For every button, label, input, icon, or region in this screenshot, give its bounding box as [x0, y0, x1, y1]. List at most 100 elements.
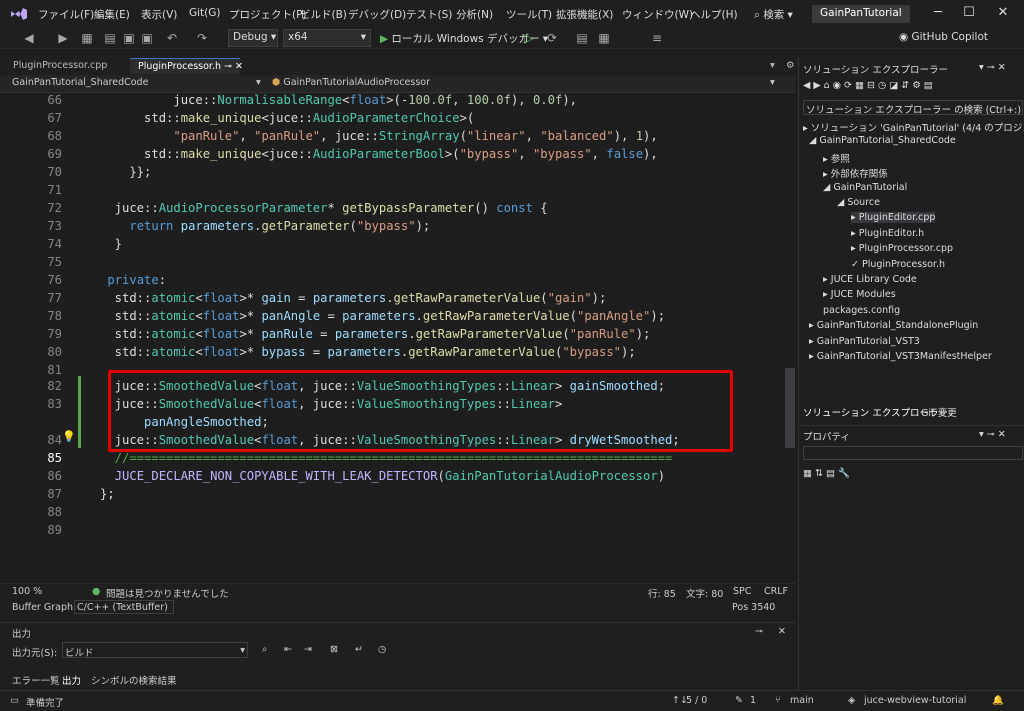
output-source-select[interactable]: ビルド ▾ [62, 642, 248, 659]
config-select[interactable]: Debug ▾ [228, 29, 278, 47]
run-without-debug-icon[interactable]: ▷ [522, 31, 536, 45]
forward-icon[interactable]: ▶ [56, 31, 70, 45]
menu-item[interactable]: プロジェクト(P) [229, 7, 307, 22]
tree-item[interactable]: ▸ PluginEditor.cpp [851, 212, 936, 224]
tree-item[interactable]: packages.config [823, 305, 900, 316]
expander-icon[interactable]: ▸ [851, 228, 859, 239]
close-icon[interactable]: ✕ [990, 3, 1016, 23]
expander-icon[interactable]: ▸ [809, 320, 817, 331]
clock-icon[interactable]: ◷ [378, 644, 386, 655]
tab-plugin-processor-h[interactable]: PluginProcessor.h ⊸ ✕ [130, 58, 243, 74]
expander-icon[interactable]: ▸ [823, 289, 831, 300]
tree-item[interactable]: ▸ 参照 [823, 151, 850, 165]
menu-item[interactable]: デバッグ(D) [348, 7, 406, 22]
menu-item[interactable]: 分析(N) [456, 7, 493, 22]
edits-count[interactable]: 1 [750, 695, 756, 706]
expander-icon[interactable]: ▸ [809, 351, 817, 362]
expander-icon[interactable]: ▸ [803, 123, 811, 134]
pin-icon[interactable]: ▾ ⊸ ✕ [979, 62, 1006, 73]
open-file-icon[interactable]: ▤ [103, 31, 117, 45]
new-item-icon[interactable]: ▦ [80, 31, 94, 45]
tree-item[interactable]: ▸ ソリューション 'GainPanTutorial' (4/4 のプロジェクト [803, 120, 1024, 134]
expander-icon[interactable]: ✓ [851, 259, 862, 270]
solution-toolbar-icons[interactable]: ◀ ▶ ⌂ ◉ ⟳ ▦ ⊟ ◷ ◪ ⇵ ⚙ ▤ [803, 80, 933, 91]
word-wrap-icon[interactable]: ↵ [355, 644, 363, 655]
tree-item[interactable]: ✓ PluginProcessor.h [851, 259, 945, 270]
branch-name[interactable]: main [790, 695, 814, 706]
pin-icon[interactable]: ⊸ [755, 626, 763, 637]
tree-item[interactable]: ◢ GainPanTutorial_SharedCode [809, 135, 956, 146]
find-icon[interactable]: ⌕ [262, 644, 267, 655]
expander-icon[interactable]: ▸ [823, 154, 831, 165]
tree-item[interactable]: ▸ PluginProcessor.cpp [851, 243, 953, 254]
tab-error-list[interactable]: エラー一覧 [12, 673, 60, 687]
tree-item[interactable]: ▸ GainPanTutorial_VST3ManifestHelper [809, 351, 992, 362]
tree-item[interactable]: ▸ JUCE Modules [823, 289, 896, 300]
buffer-graph-select[interactable]: C/C++ (TextBuffer) [74, 600, 174, 614]
github-copilot-button[interactable]: ◉ GitHub Copilot [899, 31, 988, 43]
menu-item[interactable]: ツール(T) [506, 7, 552, 22]
solution-search-input[interactable]: ソリューション エクスプローラー の検索 (Ctrl+:) [803, 100, 1023, 116]
save-all-icon[interactable]: ▣ [140, 31, 154, 45]
close-tab-icon[interactable]: ✕ [235, 61, 243, 72]
expander-icon[interactable]: ◢ [823, 182, 833, 193]
expander-icon[interactable]: ▸ [851, 212, 859, 223]
lightbulb-icon[interactable]: 💡 [62, 430, 76, 443]
tab-output[interactable]: 出力 [62, 673, 81, 687]
notifications-icon[interactable]: 🔔 [992, 695, 1004, 706]
code-editor[interactable]: 66 67 68 69 70 71 72 73 74 75 76 77 78 79 80 81 82 83 84 85… [0, 93, 795, 583]
minimize-icon[interactable]: ─ [925, 3, 951, 23]
hot-reload-icon[interactable]: ⟳ [545, 31, 559, 45]
back-icon[interactable]: ◀ [22, 31, 36, 45]
tab-plugin-processor-cpp[interactable]: PluginProcessor.cpp [5, 58, 115, 74]
repo-name[interactable]: juce-webview-tutorial [864, 695, 966, 706]
comment-icon[interactable]: ≡ [650, 31, 664, 45]
next-message-icon[interactable]: ⇥ [304, 644, 312, 655]
tree-item[interactable]: ◢ Source [837, 197, 880, 208]
line-ending-indicator[interactable]: CRLF [764, 586, 788, 597]
clear-all-icon[interactable]: ⊠ [330, 644, 338, 655]
format-icon[interactable]: ▤ [575, 31, 589, 45]
expander-icon[interactable]: ◢ [837, 197, 847, 208]
menu-item[interactable]: Git(G) [189, 7, 221, 19]
menu-item[interactable]: ビルド(B) [300, 7, 347, 22]
save-icon[interactable]: ▣ [122, 31, 136, 45]
bookmark-icon[interactable]: ▦ [597, 31, 611, 45]
categorized-icon[interactable]: ▦ ⇅ ▤ 🔧 [803, 468, 850, 479]
tab-git-changes[interactable]: Git 変更 [921, 405, 957, 419]
tree-item[interactable]: ▸ 外部依存関係 [823, 166, 888, 180]
redo-icon[interactable]: ↷ [195, 31, 209, 45]
expander-icon[interactable]: ▸ [823, 169, 831, 180]
menu-item[interactable]: ヘルプ(H) [690, 7, 738, 22]
prev-message-icon[interactable]: ⇤ [284, 644, 292, 655]
menu-item[interactable]: 表示(V) [141, 7, 177, 22]
expander-icon[interactable]: ▸ [809, 336, 817, 347]
expander-icon[interactable]: ▸ [851, 243, 859, 254]
expander-icon[interactable]: ◢ [809, 135, 819, 146]
vertical-scrollbar[interactable] [785, 368, 795, 448]
expander-icon[interactable]: ▸ [823, 274, 831, 285]
menu-item[interactable]: 拡張機能(X) [556, 7, 613, 22]
tree-item[interactable]: ▸ JUCE Library Code [823, 274, 917, 285]
scope-dropdown[interactable]: ⬢ GainPanTutorialAudioProcessor [272, 77, 430, 91]
menu-item[interactable]: ファイル(F) [38, 7, 94, 22]
tab-symbol-results[interactable]: シンボルの検索結果 [91, 673, 177, 687]
properties-object-select[interactable] [803, 446, 1023, 460]
close-icon[interactable]: ✕ [778, 626, 786, 637]
tree-item[interactable]: ◢ GainPanTutorial [823, 182, 907, 193]
project-dropdown[interactable]: GainPanTutorial_SharedCode [12, 77, 262, 91]
tree-item[interactable]: ▸ GainPanTutorial_StandalonePlugin [809, 320, 978, 331]
maximize-icon[interactable]: ☐ [956, 3, 982, 23]
platform-select[interactable]: x64 ▾ [283, 29, 371, 47]
menu-item[interactable]: 編集(E) [94, 7, 130, 22]
tree-item[interactable]: ▸ GainPanTutorial_VST3 [809, 336, 920, 347]
undo-icon[interactable]: ↶ [165, 31, 179, 45]
changes-count[interactable]: 5 / 0 [686, 695, 707, 706]
spacing-indicator[interactable]: SPC [733, 586, 751, 597]
zoom-level[interactable]: 100 % [12, 586, 42, 597]
pin-icon[interactable]: ▾ ⊸ ✕ [979, 429, 1006, 440]
tree-item[interactable]: ▸ PluginEditor.h [851, 228, 924, 239]
menu-item[interactable]: ウィンドウ(W) [622, 7, 693, 22]
search-button[interactable]: ⌕ 検索 ▾ [754, 7, 793, 22]
pin-icon[interactable]: ⊸ [224, 61, 232, 72]
